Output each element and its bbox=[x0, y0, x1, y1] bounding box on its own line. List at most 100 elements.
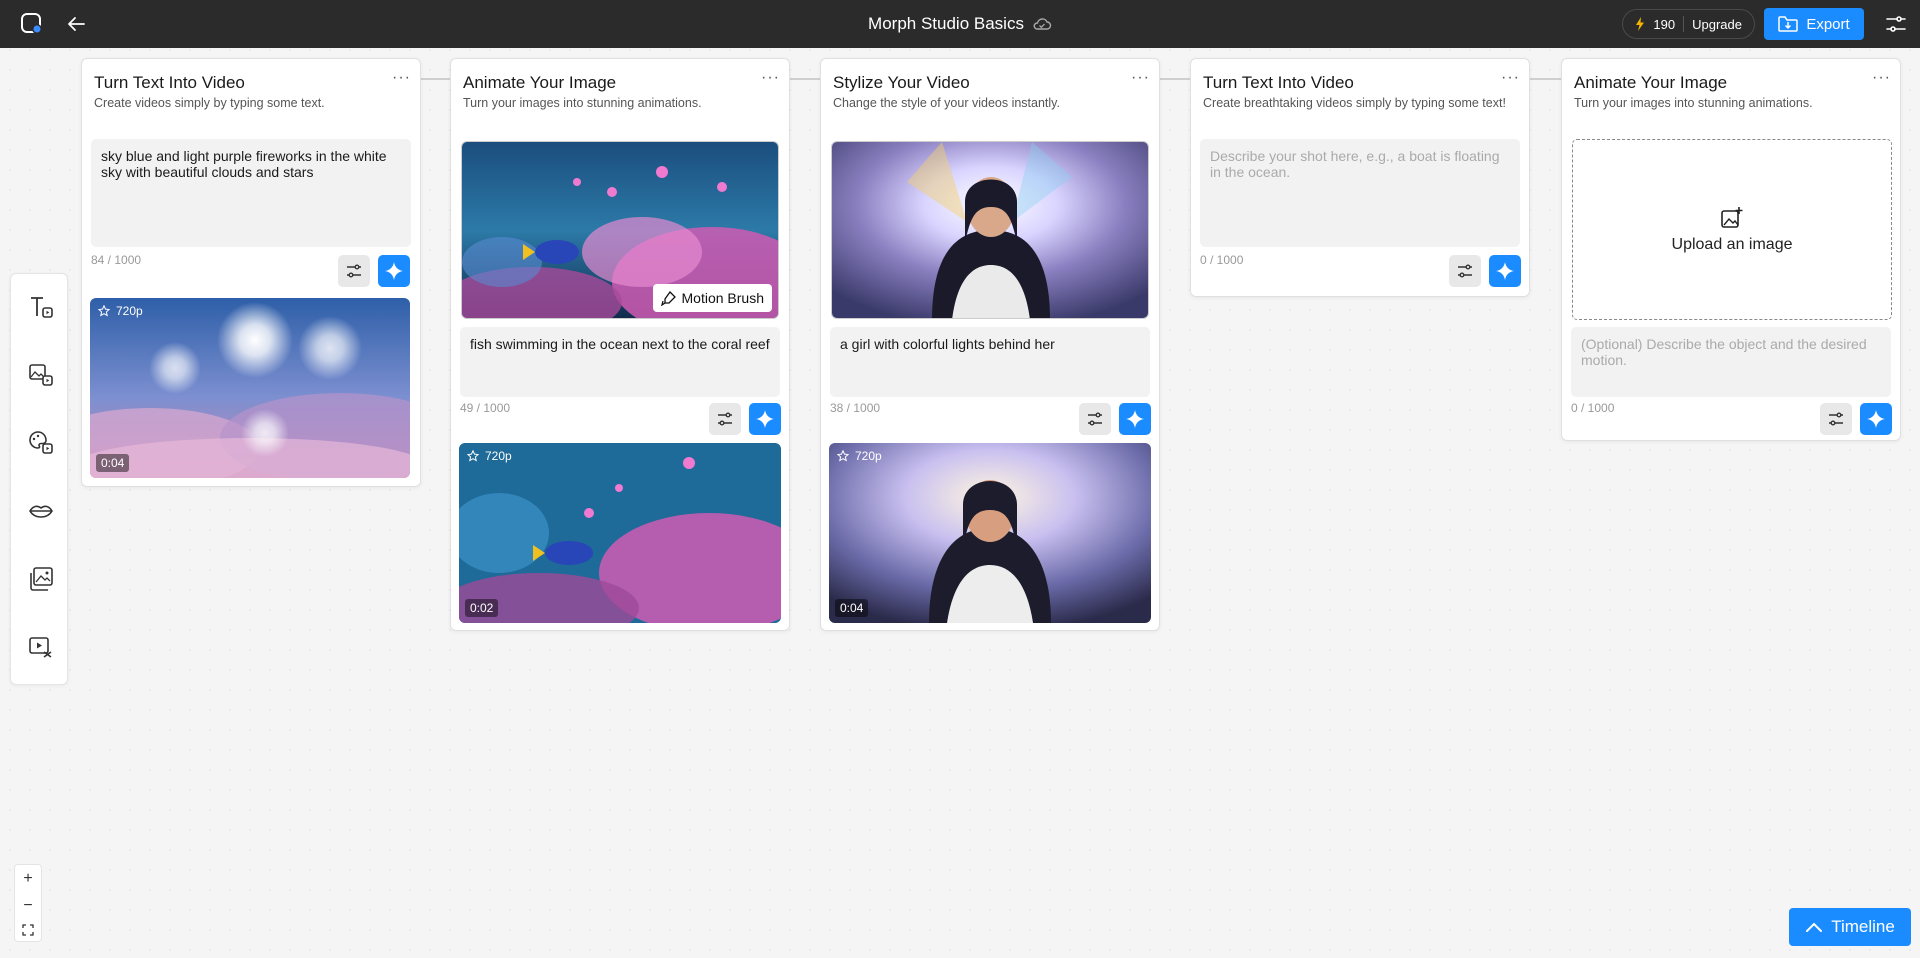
card-subtitle: Create videos simply by typing some text… bbox=[94, 96, 325, 110]
girl-lights-thumbnail bbox=[832, 142, 1148, 318]
video-output-girl[interactable]: 720p 0:04 bbox=[829, 443, 1151, 623]
more-options-icon[interactable]: ··· bbox=[1501, 70, 1519, 86]
node-card-animate-image-empty[interactable]: Animate Your Image Turn your images into… bbox=[1561, 58, 1901, 441]
card-subtitle: Turn your images into stunning animation… bbox=[463, 96, 702, 110]
more-options-icon[interactable]: ··· bbox=[761, 70, 779, 86]
app-logo-icon[interactable] bbox=[20, 12, 44, 36]
card-title: Stylize Your Video bbox=[833, 73, 970, 92]
sliders-icon bbox=[1088, 412, 1102, 426]
image-gallery-tool-icon[interactable] bbox=[28, 566, 54, 592]
source-video-girl[interactable] bbox=[831, 141, 1149, 319]
fit-view-icon[interactable] bbox=[22, 924, 34, 936]
lip-sync-tool-icon[interactable] bbox=[28, 498, 54, 524]
node-card-animate-image[interactable]: Animate Your Image Turn your images into… bbox=[450, 58, 790, 631]
char-count: 49 / 1000 bbox=[460, 401, 511, 415]
timeline-button[interactable]: Timeline bbox=[1789, 908, 1911, 946]
resolution-badge: 720p bbox=[98, 304, 143, 318]
resolution-badge: 720p bbox=[467, 449, 512, 463]
generation-settings-button[interactable] bbox=[709, 403, 741, 435]
zoom-out-icon[interactable]: − bbox=[23, 897, 32, 915]
sparkle-icon bbox=[1867, 410, 1885, 428]
text-to-video-tool-icon[interactable] bbox=[28, 294, 54, 320]
star-icon[interactable] bbox=[467, 450, 479, 462]
char-count: 0 / 1000 bbox=[1200, 253, 1244, 267]
card-title: Animate Your Image bbox=[463, 73, 617, 92]
more-options-icon[interactable]: ··· bbox=[1872, 70, 1890, 86]
node-card-text-to-video[interactable]: Turn Text Into Video Create videos simpl… bbox=[81, 58, 421, 487]
upload-image-dropzone[interactable]: Upload an image bbox=[1572, 139, 1892, 320]
brush-icon bbox=[660, 290, 676, 306]
node-connector bbox=[789, 78, 821, 80]
sliders-icon bbox=[1829, 412, 1843, 426]
generation-settings-button[interactable] bbox=[338, 255, 370, 287]
export-button[interactable]: Export bbox=[1764, 8, 1864, 40]
node-card-stylize-video[interactable]: Stylize Your Video Change the style of y… bbox=[820, 58, 1160, 631]
generation-settings-button[interactable] bbox=[1449, 255, 1481, 287]
card-title: Turn Text Into Video bbox=[94, 73, 245, 92]
generate-button[interactable] bbox=[1119, 403, 1151, 435]
generate-button[interactable] bbox=[1860, 403, 1892, 435]
more-options-icon[interactable]: ··· bbox=[392, 70, 410, 86]
char-count: 38 / 1000 bbox=[830, 401, 881, 415]
sliders-icon bbox=[347, 264, 361, 278]
video-output-fish[interactable]: 720p 0:02 bbox=[459, 443, 781, 623]
sparkle-icon bbox=[756, 410, 774, 428]
card-title: Animate Your Image bbox=[1574, 73, 1728, 92]
stylize-video-tool-icon[interactable] bbox=[28, 430, 54, 456]
zoom-controls: + − bbox=[14, 864, 42, 942]
sliders-icon bbox=[1458, 264, 1472, 278]
duration-badge: 0:04 bbox=[96, 454, 130, 472]
video-output-fireworks[interactable]: 720p 0:04 bbox=[90, 298, 410, 478]
back-arrow-icon[interactable] bbox=[64, 12, 88, 36]
resolution-label: 720p bbox=[116, 304, 143, 318]
export-label: Export bbox=[1806, 15, 1850, 33]
generate-button[interactable] bbox=[378, 255, 410, 287]
char-count: 0 / 1000 bbox=[1571, 401, 1615, 415]
prompt-input[interactable]: Describe your shot here, e.g., a boat is… bbox=[1200, 139, 1520, 247]
resolution-badge: 720p bbox=[837, 449, 882, 463]
cloud-sync-icon bbox=[1033, 18, 1052, 30]
prompt-input[interactable]: (Optional) Describe the object and the d… bbox=[1571, 327, 1891, 397]
add-image-icon bbox=[1721, 206, 1743, 228]
star-icon[interactable] bbox=[837, 450, 849, 462]
sparkle-icon bbox=[1496, 262, 1514, 280]
zoom-in-icon[interactable]: + bbox=[23, 870, 32, 888]
generation-settings-button[interactable] bbox=[1079, 403, 1111, 435]
fish-reef-video-thumbnail bbox=[459, 443, 781, 623]
more-options-icon[interactable]: ··· bbox=[1131, 70, 1149, 86]
node-connector bbox=[1529, 78, 1562, 80]
duration-badge: 0:04 bbox=[835, 599, 869, 617]
star-icon[interactable] bbox=[98, 305, 110, 317]
sparkle-icon bbox=[385, 262, 403, 280]
divider bbox=[1683, 16, 1685, 32]
generate-button[interactable] bbox=[749, 403, 781, 435]
motion-brush-button[interactable]: Motion Brush bbox=[652, 284, 772, 312]
resolution-label: 720p bbox=[855, 449, 882, 463]
generate-button[interactable] bbox=[1489, 255, 1521, 287]
chevron-up-icon bbox=[1806, 922, 1823, 932]
node-connector bbox=[1159, 78, 1191, 80]
upload-label: Upload an image bbox=[1671, 235, 1793, 253]
settings-sliders-icon[interactable] bbox=[1884, 12, 1908, 36]
card-subtitle: Create breathtaking videos simply by typ… bbox=[1203, 96, 1506, 110]
card-subtitle: Change the style of your videos instantl… bbox=[833, 96, 1060, 110]
generation-settings-button[interactable] bbox=[1820, 403, 1852, 435]
node-card-text-to-video-empty[interactable]: Turn Text Into Video Create breathtaking… bbox=[1190, 58, 1530, 297]
duration-badge: 0:02 bbox=[465, 599, 499, 617]
video-edit-tool-icon[interactable] bbox=[28, 634, 54, 660]
prompt-input[interactable]: fish swimming in the ocean next to the c… bbox=[460, 327, 780, 397]
timeline-label: Timeline bbox=[1831, 917, 1895, 936]
download-icon bbox=[1778, 16, 1799, 32]
upgrade-button[interactable]: Upgrade bbox=[1692, 17, 1742, 32]
sliders-icon bbox=[718, 412, 732, 426]
source-image-fish[interactable]: Motion Brush bbox=[461, 141, 779, 319]
project-title[interactable]: Morph Studio Basics bbox=[868, 14, 1024, 34]
image-to-video-tool-icon[interactable] bbox=[28, 362, 54, 388]
credits-count: 190 bbox=[1653, 16, 1676, 32]
credits-pill[interactable]: 190 Upgrade bbox=[1622, 9, 1755, 39]
prompt-input[interactable]: a girl with colorful lights behind her bbox=[830, 327, 1150, 397]
top-bar: Morph Studio Basics 190 Upgrade Export bbox=[0, 0, 1920, 48]
prompt-input[interactable]: sky blue and light purple fireworks in t… bbox=[91, 139, 411, 247]
card-title: Turn Text Into Video bbox=[1203, 73, 1354, 92]
node-toolbar bbox=[10, 273, 68, 685]
